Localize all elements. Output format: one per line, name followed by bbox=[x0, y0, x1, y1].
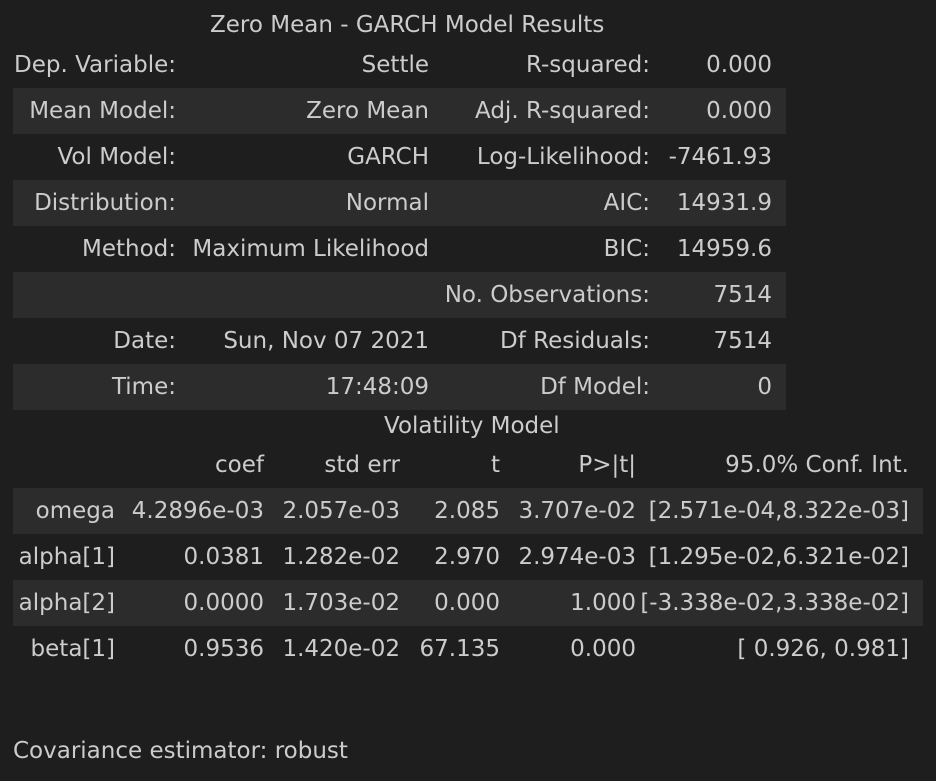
column-header: std err bbox=[324, 452, 400, 478]
row-value: Maximum Likelihood bbox=[192, 236, 429, 262]
coef-value: 0.9536 bbox=[183, 636, 264, 662]
stat-label: R-squared: bbox=[525, 52, 650, 78]
stat-value: -7461.93 bbox=[668, 144, 772, 170]
covariance-estimator-note: Covariance estimator: robust bbox=[13, 738, 348, 764]
p-value: 3.707e-02 bbox=[518, 498, 636, 524]
conf-int-value: [ 0.926, 0.981] bbox=[737, 636, 909, 662]
model-summary-table: Dep. Variable: Settle R-squared: 0.000 M… bbox=[13, 42, 786, 410]
stat-value: 7514 bbox=[713, 328, 772, 354]
t-value: 67.135 bbox=[419, 636, 500, 662]
std-err-value: 1.703e-02 bbox=[282, 590, 400, 616]
table-row: beta[1] 0.9536 1.420e-02 67.135 0.000 [ … bbox=[13, 626, 923, 672]
table-row: Dep. Variable: Settle R-squared: 0.000 bbox=[13, 42, 786, 88]
row-value: Normal bbox=[345, 190, 429, 216]
p-value: 2.974e-03 bbox=[518, 544, 636, 570]
volatility-model-title: Volatility Model bbox=[384, 413, 560, 439]
stat-value: 0 bbox=[757, 374, 772, 400]
parameter-name: alpha[1] bbox=[18, 544, 115, 570]
table-row: alpha[1] 0.0381 1.282e-02 2.970 2.974e-0… bbox=[13, 534, 923, 580]
stat-label: Df Model: bbox=[540, 374, 650, 400]
coef-value: 0.0000 bbox=[183, 590, 264, 616]
table-row: omega 4.2896e-03 2.057e-03 2.085 3.707e-… bbox=[13, 488, 923, 534]
row-label: Method: bbox=[81, 236, 176, 262]
t-value: 0.000 bbox=[434, 590, 500, 616]
stat-value: 14931.9 bbox=[676, 190, 772, 216]
coef-value: 0.0381 bbox=[183, 544, 264, 570]
std-err-value: 1.282e-02 bbox=[282, 544, 400, 570]
results-title: Zero Mean - GARCH Model Results bbox=[210, 12, 605, 38]
stat-label: Log-Likelihood: bbox=[476, 144, 650, 170]
stat-value: 7514 bbox=[713, 282, 772, 308]
row-value: Sun, Nov 07 2021 bbox=[223, 328, 429, 354]
table-header-row: coef std err t P>|t| 95.0% Conf. Int. bbox=[13, 442, 923, 488]
t-value: 2.970 bbox=[434, 544, 500, 570]
parameter-name: beta[1] bbox=[30, 636, 115, 662]
stat-value: 0.000 bbox=[706, 52, 772, 78]
table-row: Mean Model: Zero Mean Adj. R-squared: 0.… bbox=[13, 88, 786, 134]
column-header: coef bbox=[215, 452, 264, 478]
row-value: Zero Mean bbox=[306, 98, 429, 124]
p-value: 1.000 bbox=[570, 590, 636, 616]
row-value: Settle bbox=[361, 52, 429, 78]
row-value: GARCH bbox=[347, 144, 429, 170]
table-row: Distribution: Normal AIC: 14931.9 bbox=[13, 180, 786, 226]
parameter-name: omega bbox=[35, 498, 115, 524]
column-header: 95.0% Conf. Int. bbox=[725, 452, 909, 478]
row-label: Distribution: bbox=[34, 190, 176, 216]
stat-label: BIC: bbox=[603, 236, 650, 262]
stat-label: Df Residuals: bbox=[500, 328, 650, 354]
std-err-value: 2.057e-03 bbox=[282, 498, 400, 524]
row-value: 17:48:09 bbox=[325, 374, 429, 400]
conf-int-value: [-3.338e-02,3.338e-02] bbox=[640, 590, 909, 616]
parameter-name: alpha[2] bbox=[18, 590, 115, 616]
table-row: alpha[2] 0.0000 1.703e-02 0.000 1.000 [-… bbox=[13, 580, 923, 626]
stat-value: 14959.6 bbox=[676, 236, 772, 262]
t-value: 2.085 bbox=[434, 498, 500, 524]
stat-label: No. Observations: bbox=[444, 282, 650, 308]
column-header: P>|t| bbox=[578, 452, 636, 478]
table-row: Time: 17:48:09 Df Model: 0 bbox=[13, 364, 786, 410]
conf-int-value: [1.295e-02,6.321e-02] bbox=[648, 544, 909, 570]
row-label: Time: bbox=[111, 374, 176, 400]
row-label: Date: bbox=[113, 328, 176, 354]
row-label: Vol Model: bbox=[57, 144, 176, 170]
stat-label: Adj. R-squared: bbox=[475, 98, 650, 124]
std-err-value: 1.420e-02 bbox=[282, 636, 400, 662]
row-label: Mean Model: bbox=[29, 98, 176, 124]
column-header: t bbox=[490, 452, 500, 478]
row-label: Dep. Variable: bbox=[14, 52, 176, 78]
table-row: Method: Maximum Likelihood BIC: 14959.6 bbox=[13, 226, 786, 272]
volatility-model-table: coef std err t P>|t| 95.0% Conf. Int. om… bbox=[13, 442, 923, 672]
table-row: Vol Model: GARCH Log-Likelihood: -7461.9… bbox=[13, 134, 786, 180]
table-row: Date: Sun, Nov 07 2021 Df Residuals: 751… bbox=[13, 318, 786, 364]
p-value: 0.000 bbox=[570, 636, 636, 662]
coef-value: 4.2896e-03 bbox=[131, 498, 264, 524]
stat-label: AIC: bbox=[603, 190, 650, 216]
conf-int-value: [2.571e-04,8.322e-03] bbox=[648, 498, 909, 524]
stat-value: 0.000 bbox=[706, 98, 772, 124]
table-row: No. Observations: 7514 bbox=[13, 272, 786, 318]
